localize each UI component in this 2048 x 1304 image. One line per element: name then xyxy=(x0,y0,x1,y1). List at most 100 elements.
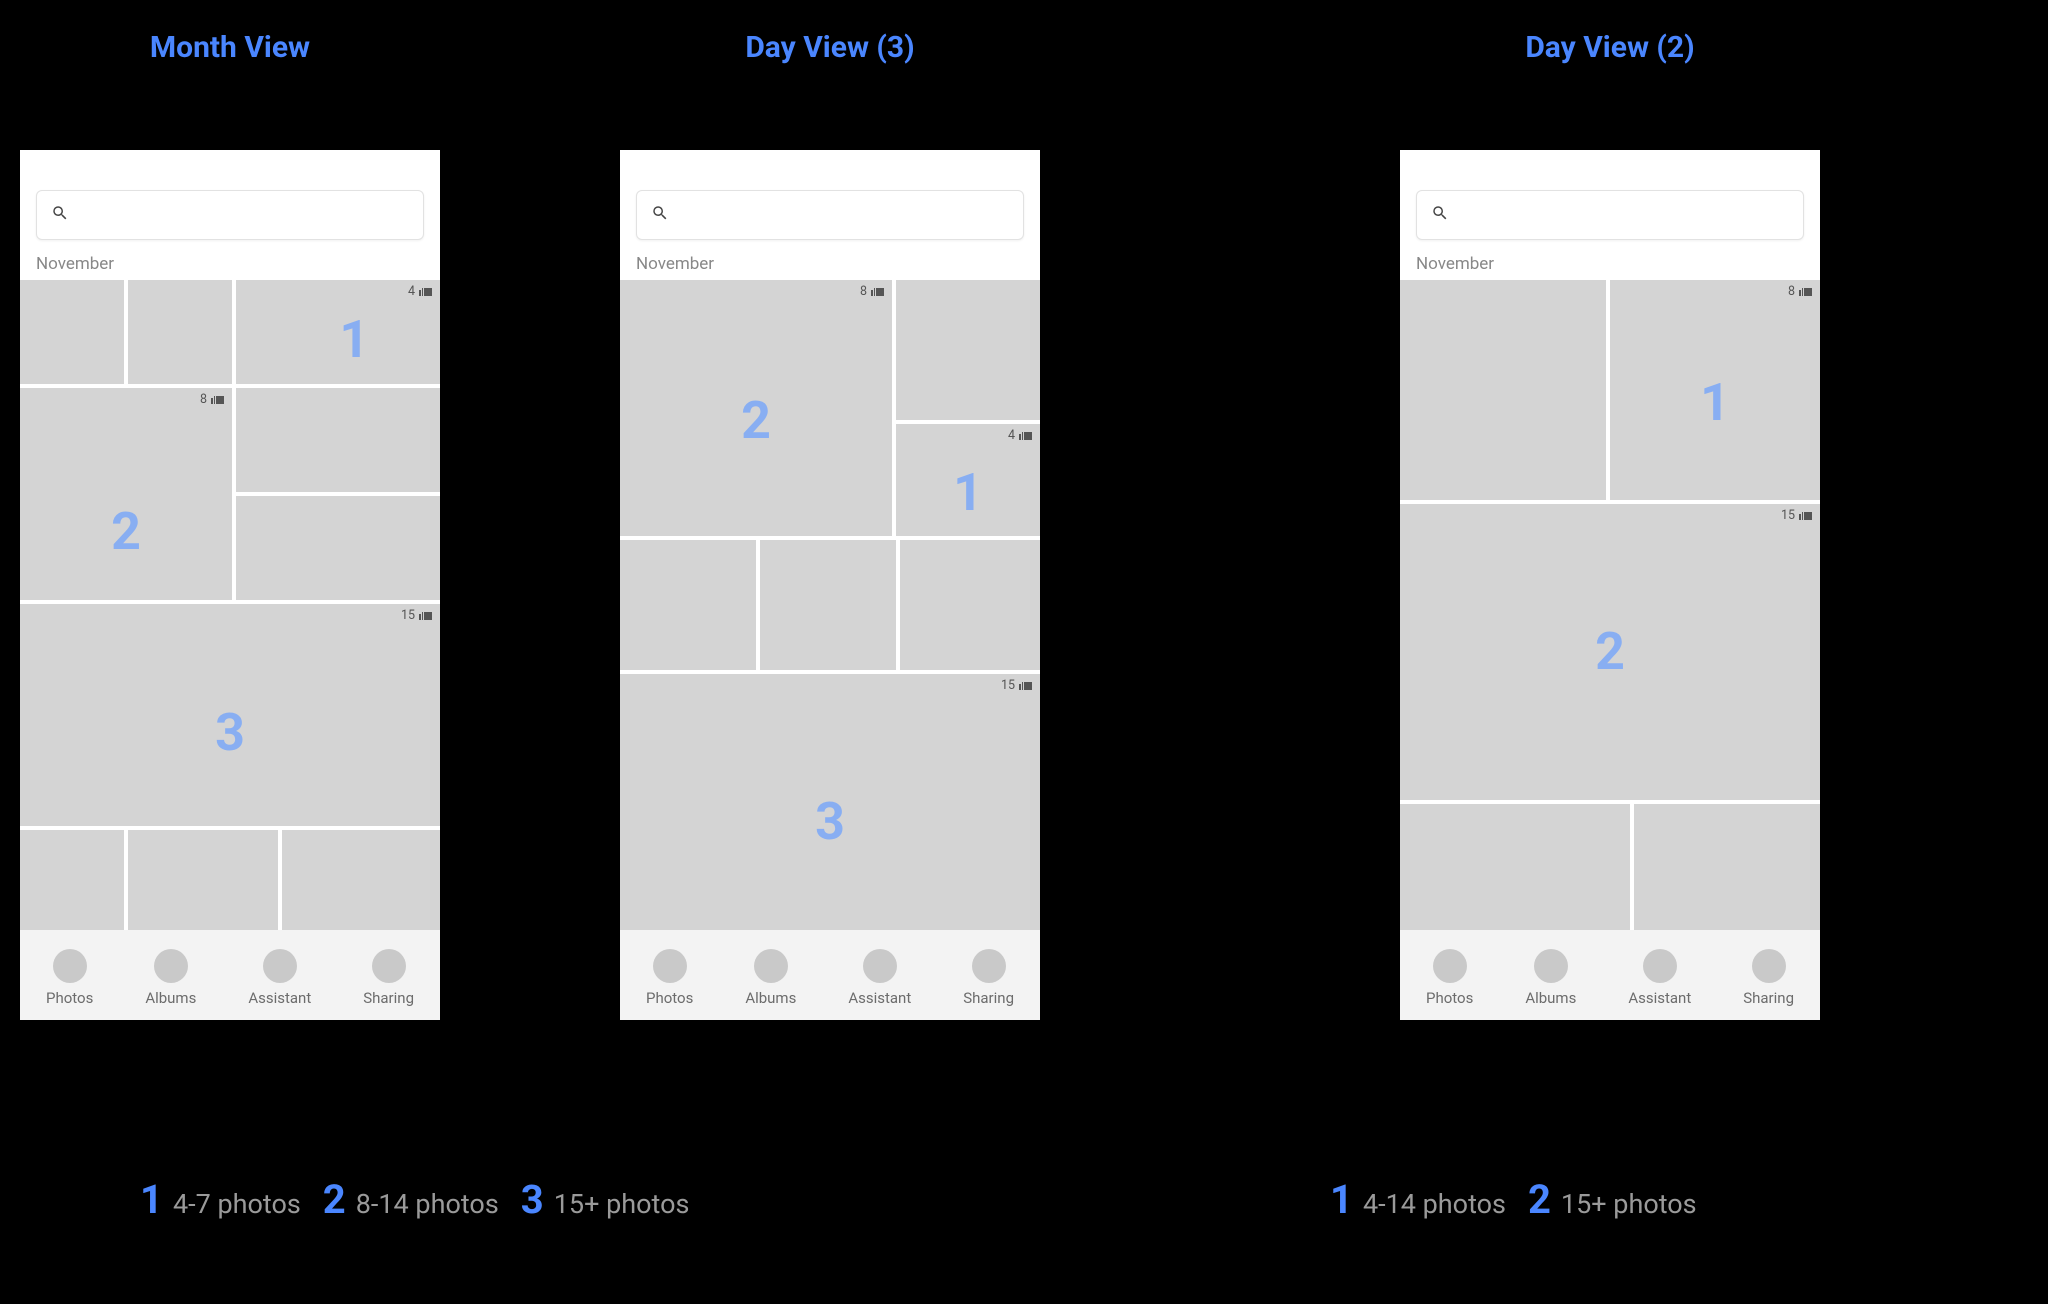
nav-sharing[interactable]: Sharing xyxy=(363,949,414,1007)
phone-mock-day3: November 8 2 4 1 xyxy=(620,150,1040,1020)
legend-text: 15+ photos xyxy=(1561,1191,1697,1218)
burst-badge: 15 xyxy=(401,610,432,623)
tier-marker-2: 2 xyxy=(111,506,141,558)
column-title-month: Month View xyxy=(20,30,440,65)
phone-mock-month: November 4 1 8 2 xyxy=(20,150,440,1020)
photo-tile[interactable] xyxy=(1400,804,1630,930)
column-title-day3: Day View (3) xyxy=(620,30,1040,65)
nav-icon xyxy=(154,949,188,983)
photo-tile[interactable]: 8 2 xyxy=(620,280,892,536)
nav-sharing[interactable]: Sharing xyxy=(1743,949,1794,1007)
nav-albums[interactable]: Albums xyxy=(1525,949,1576,1007)
legend-entry: 1 4-7 photos xyxy=(140,1180,301,1220)
bottom-nav: Photos Albums Assistant Sharing xyxy=(620,930,1040,1020)
photo-grid: 4 1 8 2 15 3 xyxy=(20,280,440,930)
nav-label: Assistant xyxy=(248,989,311,1007)
legend-num: 1 xyxy=(140,1180,163,1220)
burst-badge: 15 xyxy=(1001,680,1032,693)
nav-assistant[interactable]: Assistant xyxy=(848,949,911,1007)
nav-label: Photos xyxy=(1426,989,1473,1007)
legend-text: 4-7 photos xyxy=(173,1191,301,1218)
nav-photos[interactable]: Photos xyxy=(46,949,93,1007)
bottom-nav: Photos Albums Assistant Sharing xyxy=(1400,930,1820,1020)
search-input[interactable] xyxy=(636,190,1024,240)
legend-entry: 2 15+ photos xyxy=(1528,1180,1697,1220)
burst-badge: 4 xyxy=(1008,430,1032,443)
search-input[interactable] xyxy=(36,190,424,240)
nav-label: Sharing xyxy=(1743,989,1794,1007)
photo-tile[interactable]: 4 1 xyxy=(236,280,440,384)
legend-text: 4-14 photos xyxy=(1363,1191,1506,1218)
phone-mock-day2: November 8 1 15 2 xyxy=(1400,150,1820,1020)
photo-grid: 8 1 15 2 xyxy=(1400,280,1820,930)
photo-tile[interactable]: 8 2 xyxy=(20,388,232,600)
month-header: November xyxy=(1416,254,1494,274)
nav-icon xyxy=(653,949,687,983)
nav-label: Albums xyxy=(145,989,196,1007)
tier-marker-3: 3 xyxy=(815,796,845,848)
nav-icon xyxy=(53,949,87,983)
search-input[interactable] xyxy=(1416,190,1804,240)
photo-tile[interactable] xyxy=(282,830,440,930)
burst-badge: 4 xyxy=(408,286,432,299)
nav-icon xyxy=(1643,949,1677,983)
photo-tile[interactable] xyxy=(896,280,1040,420)
nav-assistant[interactable]: Assistant xyxy=(248,949,311,1007)
photo-tile[interactable] xyxy=(20,280,124,384)
photo-tile[interactable] xyxy=(236,388,440,492)
photo-tile[interactable] xyxy=(760,540,896,670)
column-title-day2: Day View (2) xyxy=(1400,30,1820,65)
photo-tile[interactable]: 15 3 xyxy=(20,604,440,826)
legend-left: 1 4-7 photos 2 8-14 photos 3 15+ photos xyxy=(140,1180,689,1220)
nav-albums[interactable]: Albums xyxy=(745,949,796,1007)
nav-icon xyxy=(1433,949,1467,983)
photo-tile[interactable] xyxy=(236,496,440,600)
nav-label: Sharing xyxy=(963,989,1014,1007)
photo-tile[interactable] xyxy=(128,830,278,930)
legend-num: 1 xyxy=(1330,1180,1353,1220)
photo-tile[interactable] xyxy=(620,540,756,670)
photo-tile[interactable] xyxy=(128,280,232,384)
nav-label: Sharing xyxy=(363,989,414,1007)
tier-marker-2: 2 xyxy=(1595,626,1625,678)
photo-tile[interactable] xyxy=(900,540,1040,670)
photo-tile[interactable] xyxy=(1634,804,1820,930)
legend-num: 3 xyxy=(521,1180,544,1220)
tier-marker-1: 1 xyxy=(1700,377,1730,429)
burst-badge: 8 xyxy=(860,286,884,299)
nav-sharing[interactable]: Sharing xyxy=(963,949,1014,1007)
search-icon xyxy=(51,204,69,226)
legend-right: 1 4-14 photos 2 15+ photos xyxy=(1330,1180,1697,1220)
bottom-nav: Photos Albums Assistant Sharing xyxy=(20,930,440,1020)
legend-text: 15+ photos xyxy=(554,1191,690,1218)
nav-label: Photos xyxy=(46,989,93,1007)
month-header: November xyxy=(636,254,714,274)
photo-tile[interactable]: 4 1 xyxy=(896,424,1040,536)
nav-albums[interactable]: Albums xyxy=(145,949,196,1007)
legend-entry: 2 8-14 photos xyxy=(323,1180,499,1220)
burst-badge: 8 xyxy=(200,394,224,407)
nav-photos[interactable]: Photos xyxy=(1426,949,1473,1007)
nav-icon xyxy=(263,949,297,983)
nav-assistant[interactable]: Assistant xyxy=(1628,949,1691,1007)
photo-grid: 8 2 4 1 15 xyxy=(620,280,1040,930)
legend-text: 8-14 photos xyxy=(356,1191,499,1218)
nav-label: Albums xyxy=(745,989,796,1007)
photo-tile[interactable]: 15 2 xyxy=(1400,504,1820,800)
burst-badge: 15 xyxy=(1781,510,1812,523)
search-icon xyxy=(651,204,669,226)
nav-label: Assistant xyxy=(1628,989,1691,1007)
nav-photos[interactable]: Photos xyxy=(646,949,693,1007)
photo-tile[interactable] xyxy=(1400,280,1606,500)
nav-icon xyxy=(972,949,1006,983)
month-header: November xyxy=(36,254,114,274)
legend-entry: 3 15+ photos xyxy=(521,1180,690,1220)
photo-tile[interactable]: 15 3 xyxy=(620,674,1040,930)
nav-icon xyxy=(372,949,406,983)
nav-label: Albums xyxy=(1525,989,1576,1007)
legend-entry: 1 4-14 photos xyxy=(1330,1180,1506,1220)
legend-num: 2 xyxy=(323,1180,346,1220)
nav-label: Assistant xyxy=(848,989,911,1007)
photo-tile[interactable] xyxy=(20,830,124,930)
photo-tile[interactable]: 8 1 xyxy=(1610,280,1820,500)
